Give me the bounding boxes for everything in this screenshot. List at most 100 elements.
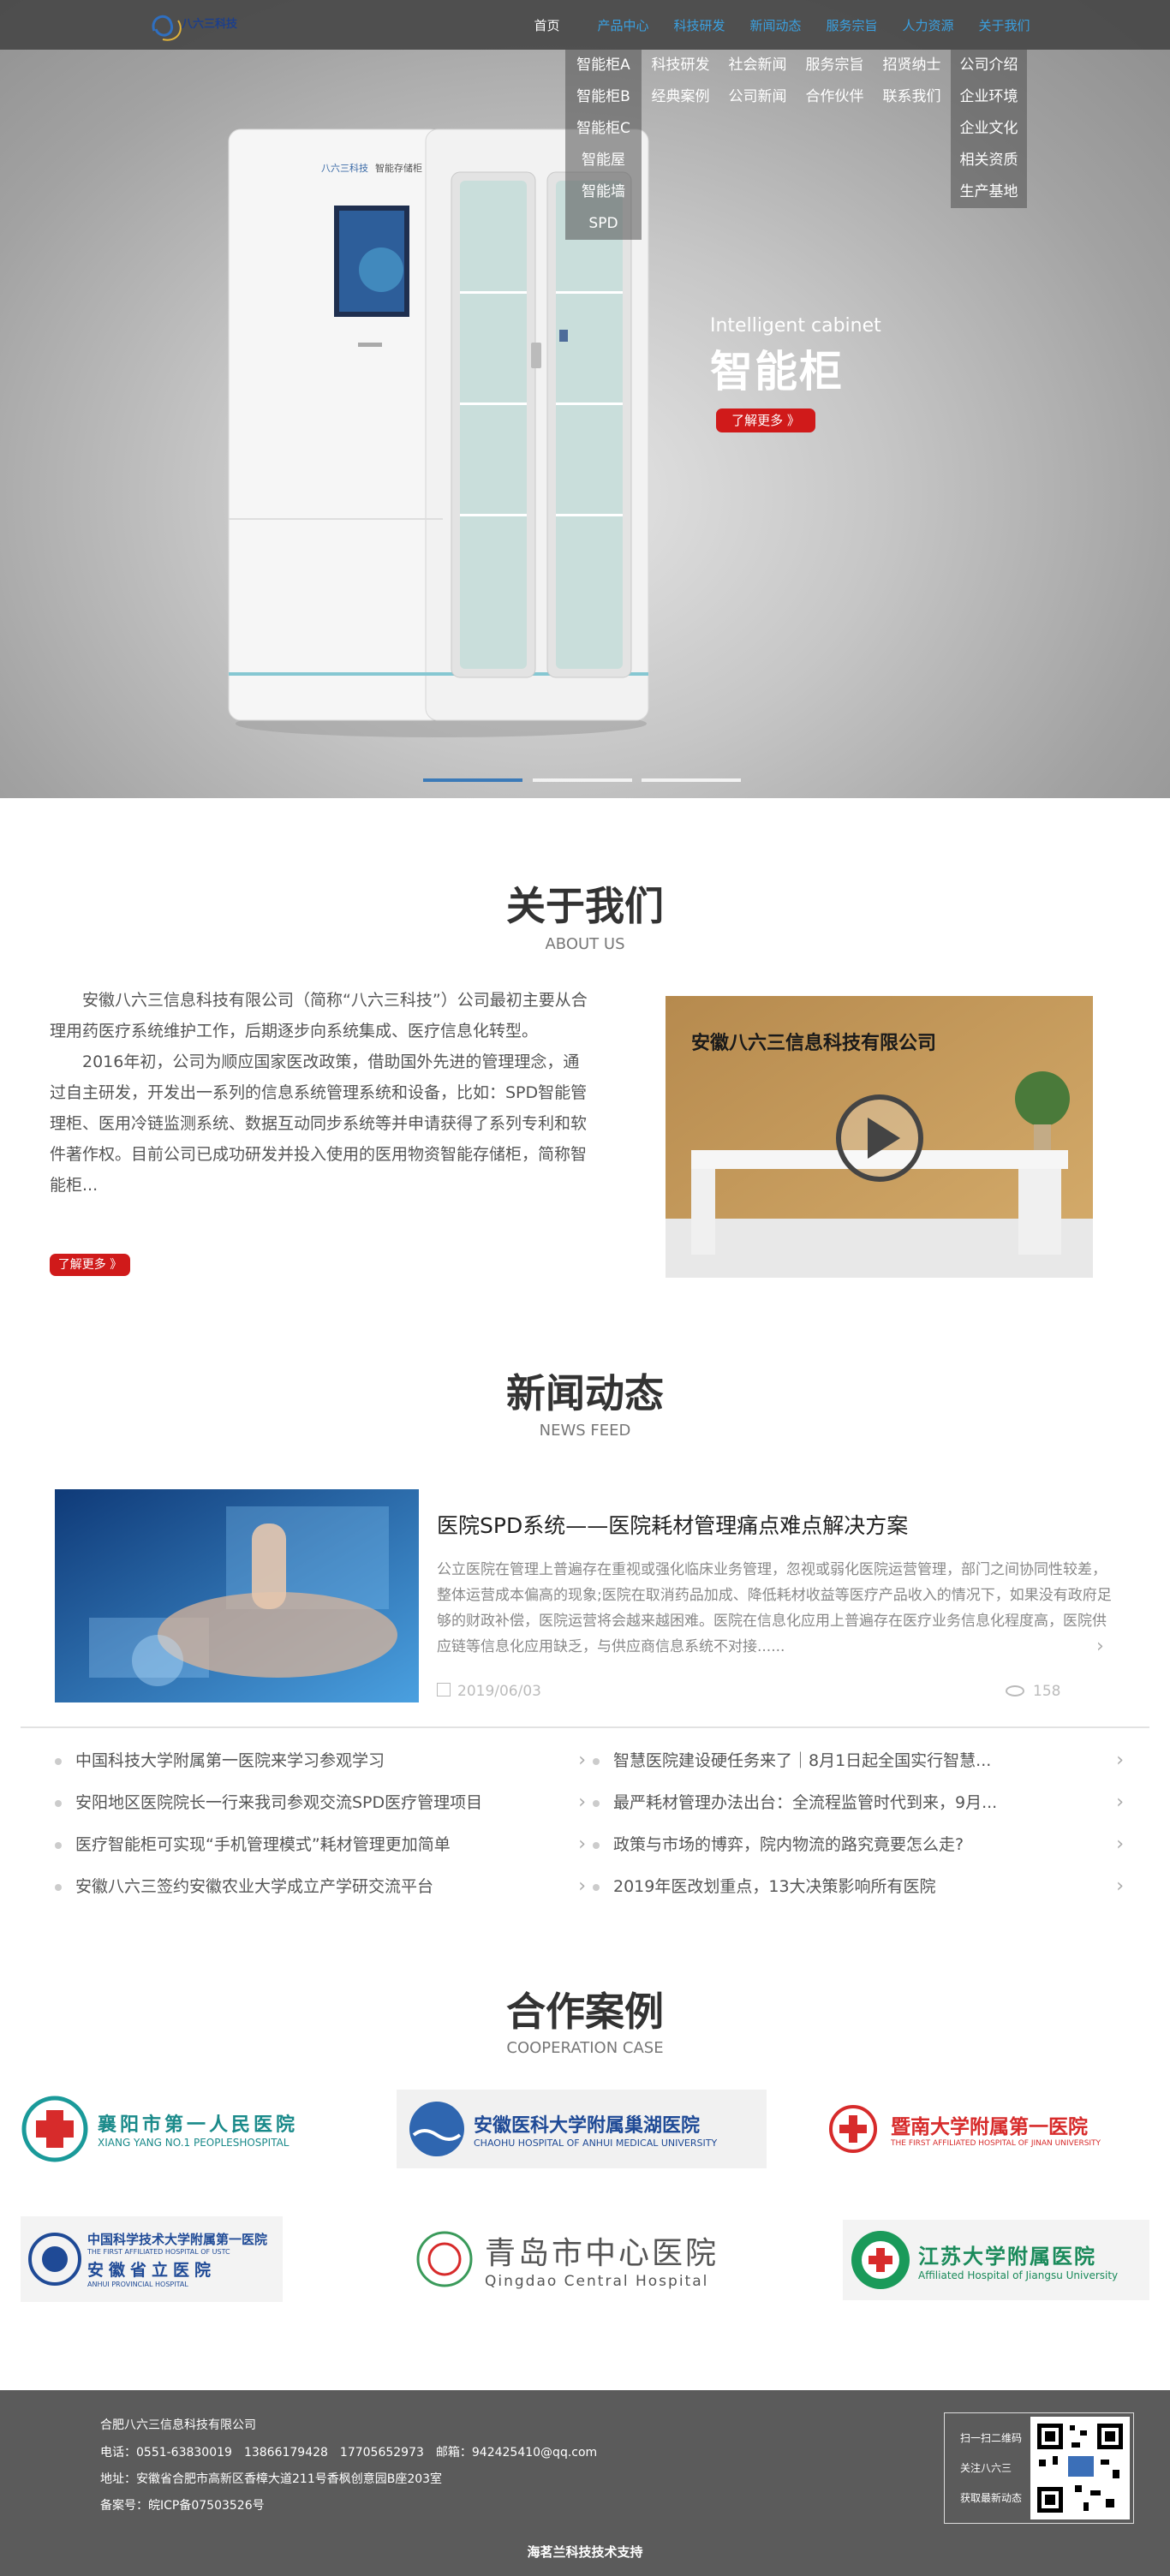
menu-item-recruit[interactable]: 招贤纳士 [874, 50, 950, 81]
dropdown-service: 服务宗旨 合作伙伴 [797, 50, 873, 113]
menu-item-environment[interactable]: 企业环境 [951, 81, 1027, 113]
chevron-right-icon: › [1116, 1750, 1124, 1771]
edit-icon [437, 1683, 451, 1696]
news-featured-desc: 公立医院在管理上普遍存在重视或强化临床业务管理，忽视或弱化医院运营管理，部门之间… [437, 1561, 1112, 1655]
nav-hr[interactable]: 人力资源 [890, 0, 966, 50]
hero-title: 智能柜 [710, 347, 844, 397]
hospital-seal-icon [851, 2231, 910, 2289]
dropdown-research: 科技研发 经典案例 [642, 50, 719, 113]
menu-item-intro[interactable]: 公司介绍 [951, 50, 1027, 81]
nav-news[interactable]: 新闻动态 [737, 0, 814, 50]
logo-text: 八六三科技 [181, 17, 238, 30]
dropdown-news: 社会新闻 公司新闻 [719, 50, 796, 113]
nav-about[interactable]: 关于我们 [966, 0, 1042, 50]
nav-home[interactable]: 首页 [509, 0, 585, 50]
case-logo-xiangyang[interactable]: 襄阳市第一人民医院 XIANG YANG NO.1 PEOPLESHOSPITA… [21, 2095, 337, 2163]
news-featured-title[interactable]: 医院SPD系统——医院耗材管理痛点难点解决方案 [437, 1509, 908, 1540]
case-logo-jinan[interactable]: 暨南大学附属第一医院 THE FIRST AFFILIATED HOSPITAL… [827, 2095, 1155, 2163]
news-subtitle: NEWS FEED [539, 1422, 631, 1440]
cabinet-label: 智能存储柜 [375, 162, 422, 174]
hero-more-button[interactable]: 了解更多 》 [716, 408, 815, 432]
dropdown-products: 智能柜A 智能柜B 智能柜C 智能屋 智能墙 SPD [565, 50, 642, 240]
about-more-button[interactable]: 了解更多 》 [50, 1254, 130, 1276]
news-list-item[interactable]: 政策与市场的博弈，院内物流的路究竟要怎么走? › [593, 1831, 1124, 1858]
news-list-item[interactable]: 2019年医改划重点，13大决策影响所有医院 › [593, 1873, 1124, 1900]
news-featured-date: 2019/06/03 [457, 1683, 541, 1700]
about-para-2: 2016年初，公司为顺应国家医改政策，借助国外先进的管理理念，通过自主研发，开发… [50, 1052, 588, 1195]
footer-company: 合肥八六三信息科技有限公司 [100, 2418, 256, 2432]
main-nav: 首页 产品中心 科技研发 新闻动态 服务宗旨 人力资源 关于我们 [509, 0, 1042, 50]
chevron-right-icon: › [578, 1834, 586, 1855]
menu-item-cabinet-a[interactable]: 智能柜A [565, 50, 642, 81]
hospital-badge-icon [416, 2231, 473, 2287]
chevron-right-icon: › [1116, 1875, 1124, 1897]
news-list-item[interactable]: 最严耗材管理办法出台：全流程监管时代到来，9月... › [593, 1789, 1124, 1816]
news-list-item[interactable]: 安徽八六三签约安徽农业大学成立产学研交流平台 › [55, 1873, 586, 1900]
case-logo-qingdao[interactable]: 青岛市中心医院 Qingdao Central Hospital [415, 2225, 743, 2293]
cabinet-brand: 八六三科技 [321, 162, 368, 174]
chevron-right-icon: › [578, 1875, 586, 1897]
hospital-cross-icon [21, 2096, 88, 2162]
news-title: 新闻动态 [506, 1370, 664, 1416]
cases-title: 合作案例 [506, 1989, 664, 2035]
menu-item-contact[interactable]: 联系我们 [874, 81, 950, 113]
about-para-1: 安徽八六三信息科技有限公司（简称“八六三科技”）公司最初主要从合理用药医疗系统维… [50, 991, 588, 1041]
news-featured-views: 158 [1033, 1683, 1061, 1700]
footer-address: 地址：安徽省合肥市高新区香樟大道211号香枫创意园B座203室 [100, 2472, 443, 2486]
cases-subtitle: COOPERATION CASE [506, 2039, 664, 2057]
news-featured-image[interactable] [55, 1489, 419, 1702]
menu-item-service[interactable]: 服务宗旨 [797, 50, 873, 81]
chevron-right-icon: › [578, 1750, 586, 1771]
qr-line-1: 扫一扫二维码 [960, 2432, 1023, 2444]
hospital-circle-icon [829, 2105, 877, 2153]
slider-bullet-2[interactable] [533, 778, 632, 782]
about-image-sign: 安徽八六三信息科技有限公司 [691, 1032, 936, 1053]
about-subtitle: ABOUT US [545, 935, 625, 953]
menu-item-partners[interactable]: 合作伙伴 [797, 81, 873, 113]
slider-bullet-3[interactable] [642, 778, 741, 782]
menu-item-research[interactable]: 科技研发 [642, 50, 719, 81]
slider-bullet-1[interactable] [423, 778, 522, 782]
menu-item-cases[interactable]: 经典案例 [642, 81, 719, 113]
hospital-wave-icon [409, 2102, 464, 2156]
news-list-item[interactable]: 中国科技大学附属第一医院来学习参观学习 › [55, 1747, 586, 1774]
about-text: 安徽八六三信息科技有限公司（简称“八六三科技”）公司最初主要从合理用药医疗系统维… [50, 985, 594, 1201]
news-divider [21, 1726, 1149, 1728]
menu-item-cabinet-b[interactable]: 智能柜B [565, 81, 642, 113]
menu-item-qualification[interactable]: 相关资质 [951, 145, 1027, 176]
chevron-right-icon: › [1116, 1792, 1124, 1813]
nav-products[interactable]: 产品中心 [585, 0, 661, 50]
case-logo-anhui[interactable]: 中国科学技术大学附属第一医院 THE FIRST AFFILIATED HOSP… [21, 2216, 283, 2302]
dropdown-about: 公司介绍 企业环境 企业文化 相关资质 生产基地 [951, 50, 1027, 208]
qr-line-2: 关注八六三 [960, 2462, 1012, 2474]
about-video[interactable]: 安徽八六三信息科技有限公司 [666, 996, 1093, 1278]
news-list-item[interactable]: 医疗智能柜可实现“手机管理模式”耗材管理更加简单 › [55, 1831, 586, 1858]
case-logo-chaohu[interactable]: 安徽医科大学附属巢湖医院 CHAOHU HOSPITAL OF ANHUI ME… [397, 2090, 767, 2168]
nav-research[interactable]: 科技研发 [661, 0, 737, 50]
chevron-right-icon: › [578, 1792, 586, 1813]
menu-item-spd[interactable]: SPD [565, 208, 642, 240]
menu-item-base[interactable]: 生产基地 [951, 176, 1027, 208]
news-featured-arrow-icon[interactable]: › [1096, 1636, 1104, 1657]
company-logo[interactable]: 八六三科技 [147, 5, 250, 46]
dropdown-hr: 招贤纳士 联系我们 [874, 50, 950, 113]
news-list-item[interactable]: 智慧医院建设硬任务来了｜8月1日起全国实行智慧... › [593, 1747, 1124, 1774]
footer-icp: 备案号：皖ICP备07503526号 [100, 2499, 265, 2513]
footer: 合肥八六三信息科技有限公司 电话：0551-63830019 138661794… [0, 2390, 1170, 2576]
top-header: 八六三科技 首页 产品中心 科技研发 新闻动态 服务宗旨 人力资源 关于我们 [0, 0, 1170, 50]
menu-item-smart-wall[interactable]: 智能墙 [565, 176, 642, 208]
nav-service[interactable]: 服务宗旨 [814, 0, 890, 50]
qr-line-3: 获取最新动态 [960, 2492, 1023, 2504]
menu-item-smart-room[interactable]: 智能屋 [565, 145, 642, 176]
eye-icon [1006, 1685, 1024, 1696]
about-title: 关于我们 [506, 883, 664, 929]
menu-item-culture[interactable]: 企业文化 [951, 113, 1027, 145]
news-list-item[interactable]: 安阳地区医院院长一行来我司参观交流SPD医疗管理项目 › [55, 1789, 586, 1816]
hero-subtitle: Intelligent cabinet [710, 315, 881, 337]
case-logo-jiangsu[interactable]: 江苏大学附属医院 Affiliated Hospital of Jiangsu … [843, 2220, 1149, 2300]
menu-item-social-news[interactable]: 社会新闻 [719, 50, 796, 81]
hospital-emblem-icon [28, 2233, 81, 2286]
menu-item-company-news[interactable]: 公司新闻 [719, 81, 796, 113]
footer-support: 海茗兰科技技术支持 [527, 2544, 643, 2560]
menu-item-cabinet-c[interactable]: 智能柜C [565, 113, 642, 145]
